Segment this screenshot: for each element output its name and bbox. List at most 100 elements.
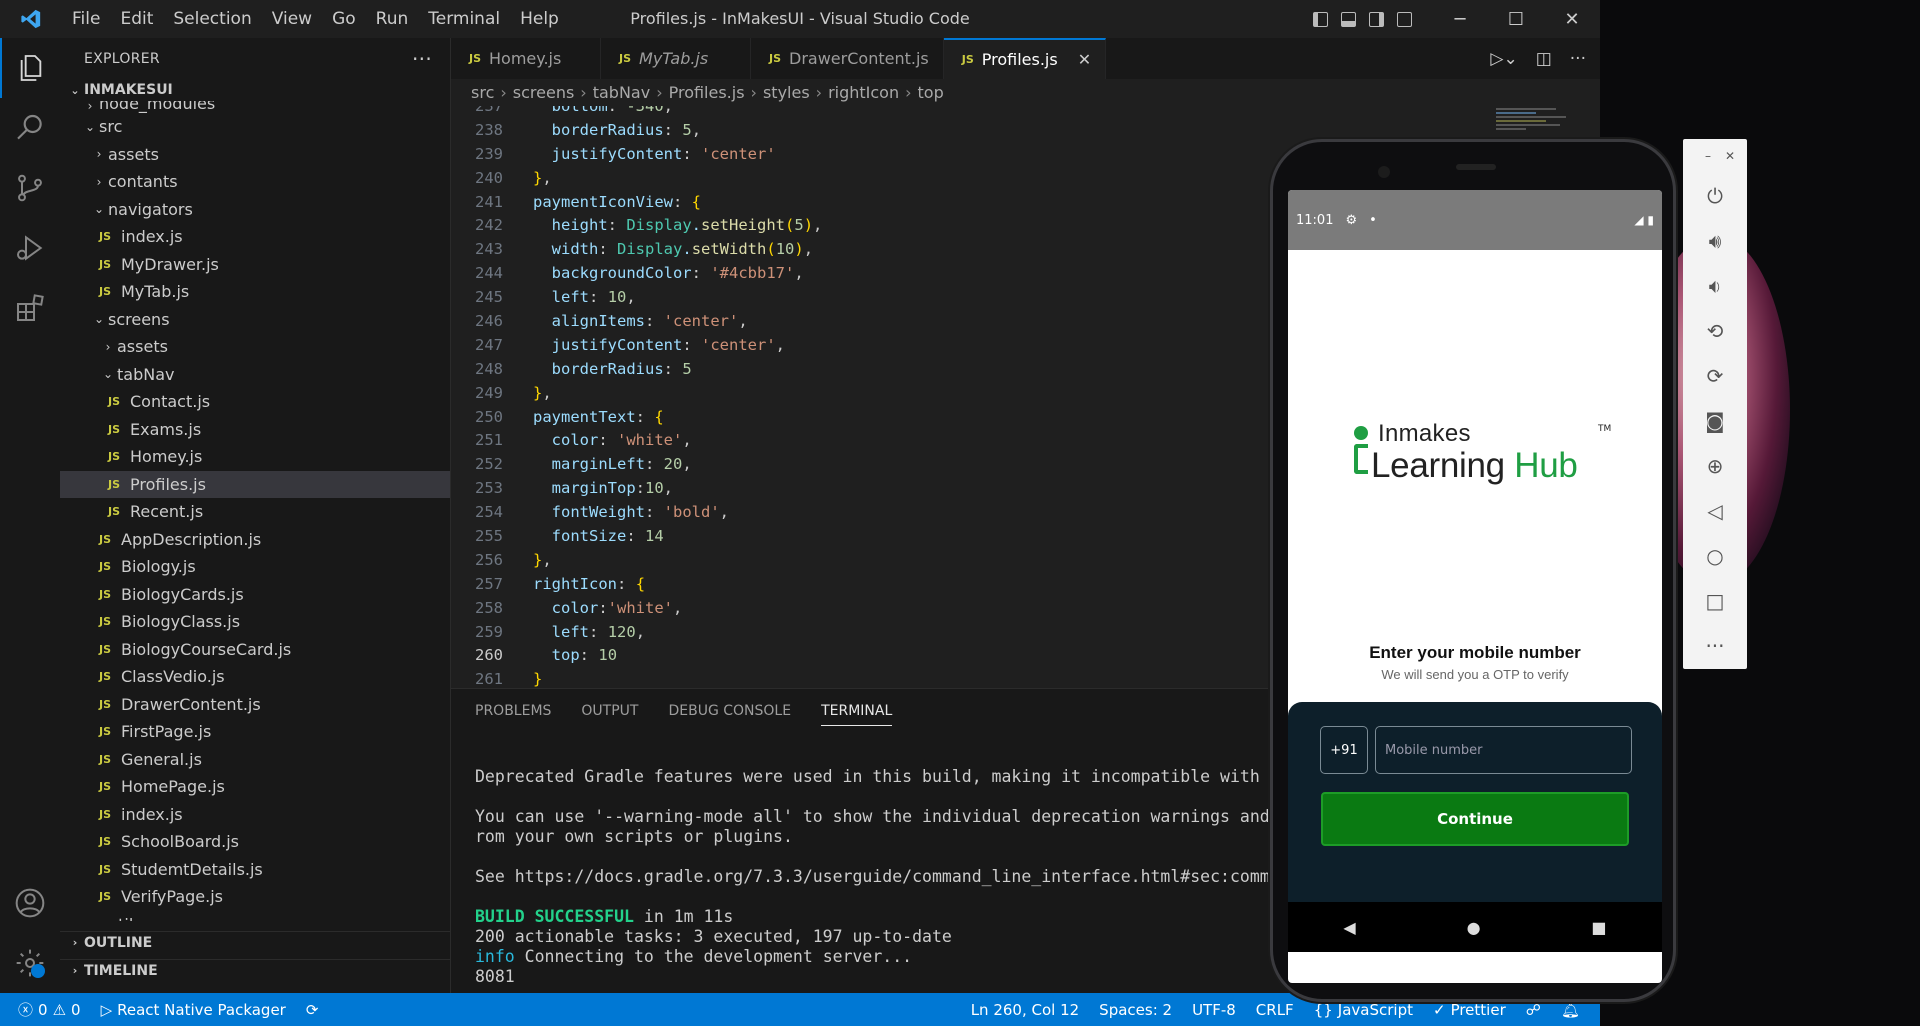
folder-item[interactable]: ⌄ navigators (60, 196, 450, 224)
country-code-field[interactable]: +91 (1320, 726, 1368, 774)
menu-item-selection[interactable]: Selection (163, 0, 261, 38)
manage-gear-icon[interactable] (0, 933, 60, 993)
back-icon[interactable]: ◁ (1683, 488, 1747, 533)
breadcrumb-item[interactable]: screens (513, 83, 575, 102)
camera-icon[interactable]: ◙ (1683, 398, 1747, 443)
file-item[interactable]: JS index.js (60, 223, 450, 251)
volume-down-icon[interactable]: 🔉︎ (1683, 263, 1747, 308)
close-window-button[interactable]: ✕ (1544, 0, 1600, 38)
accounts-icon[interactable]: ☍ (1516, 1001, 1551, 1019)
breadcrumb-item[interactable]: Profiles.js (669, 83, 745, 102)
folder-item[interactable]: › assets (60, 141, 450, 169)
file-item[interactable]: JS BiologyCards.js (60, 581, 450, 609)
toggle-secondary-sidebar-icon[interactable] (1362, 0, 1390, 38)
file-item[interactable]: JS ClassVedio.js (60, 663, 450, 691)
more-actions-icon[interactable]: ··· (412, 47, 432, 71)
menu-item-help[interactable]: Help (510, 0, 569, 38)
folder-item[interactable]: ⌄ src (60, 113, 450, 141)
volume-up-icon[interactable]: 🔊︎ (1683, 218, 1747, 263)
nav-home-icon[interactable]: ● (1467, 918, 1481, 937)
menu-item-edit[interactable]: Edit (110, 0, 163, 38)
menu-item-terminal[interactable]: Terminal (418, 0, 510, 38)
file-item[interactable]: JS Exams.js (60, 416, 450, 444)
menu-item-view[interactable]: View (262, 0, 322, 38)
rotate-left-icon[interactable]: ⟲ (1683, 308, 1747, 353)
breadcrumb-item[interactable]: styles (763, 83, 810, 102)
timeline-section[interactable]: › TIMELINE (60, 959, 450, 981)
file-item[interactable]: JS AppDescription.js (60, 526, 450, 554)
workspace-root[interactable]: ⌄ INMAKESUI (60, 79, 450, 101)
folder-item[interactable]: › contants (60, 168, 450, 196)
run-dropdown-icon[interactable]: ▷⌄ (1490, 49, 1517, 69)
file-item[interactable]: JS General.js (60, 746, 450, 774)
power-icon[interactable]: ⏻ (1683, 173, 1747, 218)
breadcrumb-item[interactable]: top (918, 83, 944, 102)
search-icon[interactable] (0, 98, 60, 158)
cursor-position[interactable]: Ln 260, Col 12 (961, 1001, 1089, 1019)
file-item[interactable]: JS HomePage.js (60, 773, 450, 801)
file-item[interactable]: JS FirstPage.js (60, 718, 450, 746)
indentation[interactable]: Spaces: 2 (1089, 1001, 1182, 1019)
customize-layout-icon[interactable] (1390, 0, 1418, 38)
extensions-icon[interactable] (0, 278, 60, 338)
outline-section[interactable]: › OUTLINE (60, 931, 450, 953)
source-control-icon[interactable] (0, 158, 60, 218)
menu-item-run[interactable]: Run (366, 0, 419, 38)
problems-status[interactable]: ⓧ 0 ⚠ 0 (0, 999, 91, 1020)
folder-item[interactable]: ⌄ tabNav (60, 361, 450, 389)
file-item[interactable]: JS Recent.js (60, 498, 450, 526)
panel-tab-problems[interactable]: PROBLEMS (475, 703, 551, 719)
breadcrumb-item[interactable]: rightIcon (828, 83, 899, 102)
line-ending[interactable]: CRLF (1246, 1001, 1304, 1019)
rotate-right-icon[interactable]: ⟳ (1683, 353, 1747, 398)
file-item[interactable]: JS DrawerContent.js (60, 691, 450, 719)
file-item[interactable]: JS VerifyPage.js (60, 883, 450, 911)
menu-item-go[interactable]: Go (322, 0, 366, 38)
toggle-primary-sidebar-icon[interactable] (1306, 0, 1334, 38)
tab-mytab-js[interactable]: JS MyTab.js (601, 38, 751, 79)
file-item[interactable]: JS Profiles.js (60, 470, 450, 498)
account-icon[interactable] (0, 873, 60, 933)
prettier-status[interactable]: ✓ Prettier (1423, 1001, 1516, 1019)
packager-status[interactable]: ▷ React Native Packager (91, 1001, 296, 1019)
folder-item[interactable]: › assets (60, 333, 450, 361)
file-item[interactable]: JS BiologyCourseCard.js (60, 636, 450, 664)
tab-homey-js[interactable]: JS Homey.js (451, 38, 601, 79)
breadcrumb-item[interactable]: tabNav (593, 83, 650, 102)
run-debug-icon[interactable] (0, 218, 60, 278)
file-item[interactable]: JS SchoolBoard.js (60, 828, 450, 856)
split-editor-icon[interactable]: ◫ (1536, 49, 1552, 69)
tab-drawercontent-js[interactable]: JS DrawerContent.js (751, 38, 944, 79)
menu-item-file[interactable]: File (62, 0, 110, 38)
encoding[interactable]: UTF-8 (1182, 1001, 1246, 1019)
breadcrumb-item[interactable]: src (471, 83, 494, 102)
more-icon[interactable]: ··· (1683, 623, 1747, 668)
folder-item[interactable]: › node_modules (60, 101, 450, 113)
zoom-icon[interactable]: ⊕ (1683, 443, 1747, 488)
nav-back-icon[interactable]: ◀ (1343, 918, 1355, 937)
explorer-icon[interactable] (0, 38, 60, 98)
notifications-icon[interactable]: 🔔︎ (1551, 1001, 1600, 1019)
sync-icon[interactable]: ⟳ (296, 1001, 329, 1019)
nav-recents-icon[interactable]: ■ (1591, 918, 1606, 937)
tab-profiles-js[interactable]: JS Profiles.js ✕ (943, 38, 1107, 79)
panel-tab-terminal[interactable]: TERMINAL (821, 703, 893, 726)
file-item[interactable]: JS StudemtDetails.js (60, 856, 450, 884)
file-item[interactable]: JS Homey.js (60, 443, 450, 471)
more-actions-icon[interactable]: ··· (1570, 49, 1586, 69)
home-icon[interactable]: ○ (1683, 533, 1747, 578)
toggle-panel-icon[interactable] (1334, 0, 1362, 38)
minimize-icon[interactable]: – (1705, 149, 1711, 163)
file-item[interactable]: JS index.js (60, 801, 450, 829)
file-item[interactable]: JS Contact.js (60, 388, 450, 416)
file-item[interactable]: JS MyDrawer.js (60, 251, 450, 279)
mobile-number-input[interactable]: Mobile number (1375, 726, 1632, 774)
folder-item[interactable]: ›util (60, 911, 450, 921)
panel-tab-output[interactable]: OUTPUT (581, 703, 638, 719)
close-icon[interactable]: ✕ (1725, 149, 1735, 163)
file-item[interactable]: JS MyTab.js (60, 278, 450, 306)
minimize-button[interactable]: ─ (1432, 0, 1488, 38)
overview-icon[interactable]: □ (1683, 578, 1747, 623)
panel-tab-debug-console[interactable]: DEBUG CONSOLE (668, 703, 791, 719)
language-mode[interactable]: {} JavaScript (1304, 1001, 1423, 1019)
